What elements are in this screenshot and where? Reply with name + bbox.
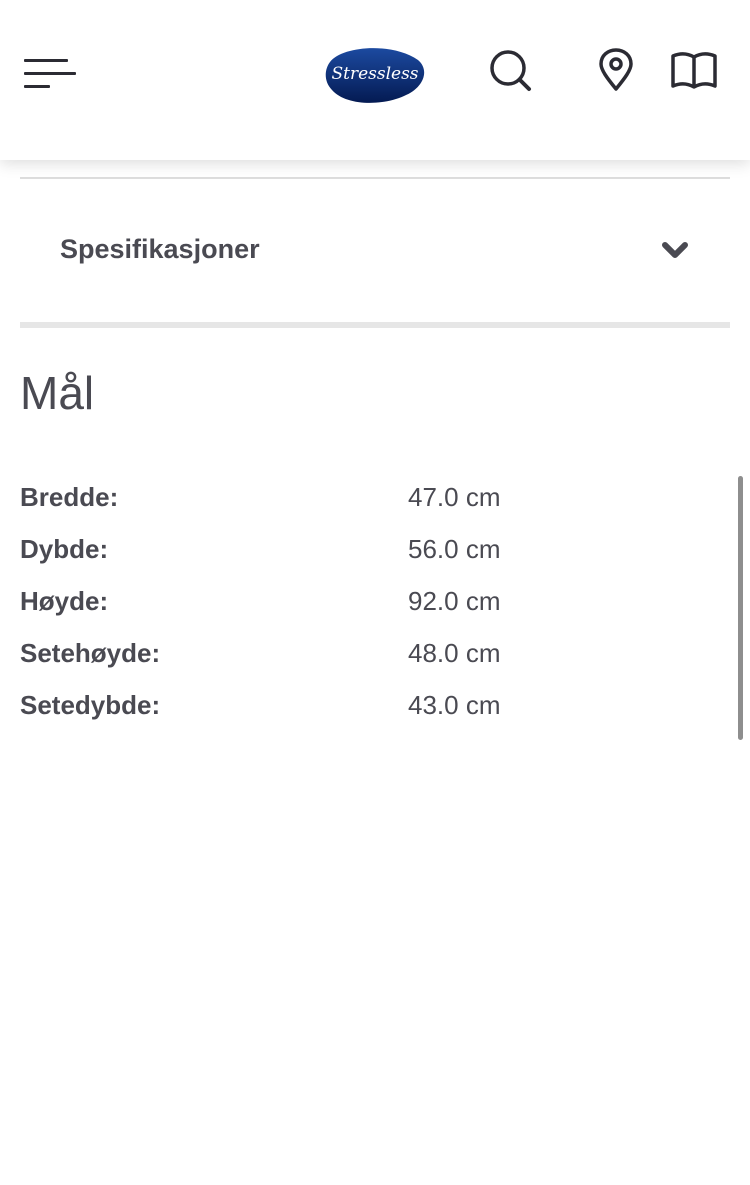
spec-value: 56.0 cm	[408, 534, 501, 564]
dimensions-list: Bredde: 47.0 cm Dybde: 56.0 cm Høyde: 92…	[20, 482, 720, 742]
spec-label: Setehøyde:	[20, 638, 161, 668]
spec-row-seat-depth: Setedybde: 43.0 cm	[20, 690, 720, 742]
spec-value: 43.0 cm	[408, 690, 501, 720]
spec-row-height: Høyde: 92.0 cm	[20, 586, 720, 638]
spec-label: Bredde:	[20, 482, 119, 512]
section-divider	[20, 322, 730, 328]
stressless-logo[interactable]: Stressless	[322, 44, 428, 106]
accordion-title: Spesifikasjoner	[60, 234, 260, 264]
spec-value: 92.0 cm	[408, 586, 501, 616]
spec-value: 47.0 cm	[408, 482, 501, 512]
spec-value: 48.0 cm	[408, 638, 501, 668]
scrollbar[interactable]	[738, 476, 743, 740]
chevron-down-icon	[662, 242, 688, 258]
spec-row-depth: Dybde: 56.0 cm	[20, 534, 720, 586]
logo-text: Stressless	[331, 64, 418, 84]
store-locator-button[interactable]	[592, 46, 640, 94]
spec-row-seat-height: Setehøyde: 48.0 cm	[20, 638, 720, 690]
specifications-accordion[interactable]: Spesifikasjoner	[20, 180, 730, 322]
spec-label: Setedybde:	[20, 690, 161, 720]
menu-button[interactable]	[18, 52, 78, 96]
map-pin-icon	[599, 48, 633, 91]
spec-label: Dybde:	[20, 534, 109, 564]
divider	[20, 177, 730, 179]
site-header: Stressless	[0, 0, 750, 160]
dimensions-heading: Mål	[20, 367, 95, 419]
search-icon	[490, 50, 531, 91]
spec-label: Høyde:	[20, 586, 109, 616]
open-book-icon	[671, 52, 717, 89]
spec-row-width: Bredde: 47.0 cm	[20, 482, 720, 534]
search-button[interactable]	[486, 46, 534, 94]
catalog-button[interactable]	[670, 46, 718, 94]
